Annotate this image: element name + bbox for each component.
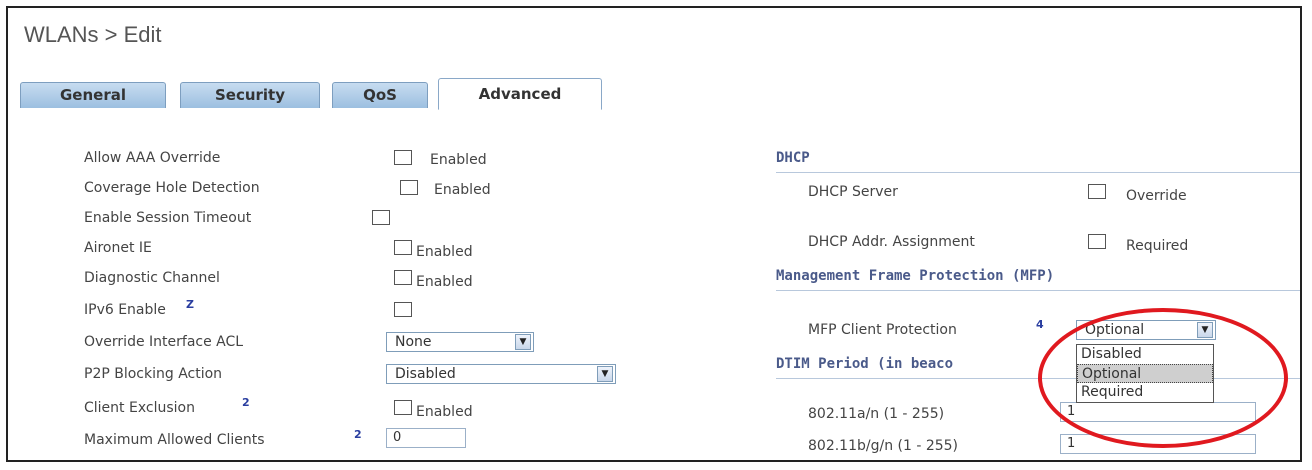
wlan-edit-window: WLANs > Edit General Security QoS Advanc… [6,6,1302,462]
coverage-hole-label: Coverage Hole Detection [84,180,260,196]
ipv6-help-icon[interactable]: Z [186,298,194,311]
client-exclusion-help-icon[interactable]: 2 [242,396,250,409]
mfp-option-optional[interactable]: Optional [1077,364,1213,383]
dtim-a-input[interactable]: 1 [1060,402,1256,422]
diag-channel-label: Diagnostic Channel [84,270,220,286]
p2p-value: Disabled [395,366,456,382]
dtim-b-label: 802.11b/g/n (1 - 255) [808,438,959,454]
aironet-ie-text: Enabled [416,244,473,260]
allow-aaa-text: Enabled [430,152,487,168]
page-title: WLANs > Edit [24,22,162,47]
chevron-down-icon: ▼ [1197,322,1213,338]
tab-general[interactable]: General [20,82,166,108]
dhcp-addr-text: Required [1126,238,1189,254]
mfp-client-label: MFP Client Protection [808,322,957,338]
mfp-option-required[interactable]: Required [1077,383,1213,402]
mfp-client-value: Optional [1085,322,1145,338]
allow-aaa-checkbox[interactable] [394,150,412,165]
tab-qos[interactable]: QoS [332,82,428,108]
divider [776,378,1300,379]
diag-channel-checkbox[interactable] [394,270,412,285]
tab-bar: General Security QoS Advanced [8,78,1300,111]
mfp-client-select[interactable]: Optional ▼ [1076,320,1216,340]
diag-channel-text: Enabled [416,274,473,290]
mfp-section-title: Management Frame Protection (MFP) [776,268,1055,284]
dtim-b-input[interactable]: 1 [1060,434,1256,454]
divider [776,290,1300,291]
dhcp-server-checkbox[interactable] [1088,184,1106,199]
override-acl-select[interactable]: None ▼ [386,332,534,352]
allow-aaa-label: Allow AAA Override [84,150,221,166]
max-clients-help-icon[interactable]: 2 [354,428,362,441]
p2p-label: P2P Blocking Action [84,366,223,382]
mfp-client-help-icon[interactable]: 4 [1036,318,1044,331]
max-clients-input[interactable]: 0 [386,428,466,448]
advanced-panel: Allow AAA Override Enabled Coverage Hole… [8,110,1300,460]
dtim-a-label: 802.11a/n (1 - 255) [808,406,945,422]
mfp-option-disabled[interactable]: Disabled [1077,345,1213,364]
dtim-section-text: DTIM Period (in beaco [776,356,954,372]
chevron-down-icon: ▼ [597,366,613,382]
chevron-down-icon: ▼ [515,334,531,350]
client-exclusion-label: Client Exclusion [84,400,195,416]
divider [776,172,1300,173]
coverage-hole-text: Enabled [434,182,491,198]
tab-security[interactable]: Security [180,82,320,108]
dhcp-server-text: Override [1126,188,1187,204]
client-exclusion-checkbox[interactable] [394,400,412,415]
dhcp-section-title: DHCP [776,150,810,166]
mfp-dropdown-list: Disabled Optional Required [1076,344,1214,403]
max-clients-label: Maximum Allowed Clients [84,432,265,448]
ipv6-label: IPv6 Enable [84,302,166,318]
override-acl-value: None [395,334,432,350]
dhcp-addr-label: DHCP Addr. Assignment [808,234,975,250]
override-acl-label: Override Interface ACL [84,334,244,350]
p2p-select[interactable]: Disabled ▼ [386,364,616,384]
session-timeout-checkbox[interactable] [372,210,390,225]
dtim-section-title: DTIM Period (in beaco in [776,356,1118,372]
session-timeout-label: Enable Session Timeout [84,210,252,226]
coverage-hole-checkbox[interactable] [400,180,418,195]
ipv6-checkbox[interactable] [394,302,412,317]
client-exclusion-text: Enabled [416,404,473,420]
tab-advanced[interactable]: Advanced [438,78,602,110]
aironet-ie-checkbox[interactable] [394,240,412,255]
aironet-ie-label: Aironet IE [84,240,152,256]
dhcp-server-label: DHCP Server [808,184,898,200]
dhcp-addr-checkbox[interactable] [1088,234,1106,249]
